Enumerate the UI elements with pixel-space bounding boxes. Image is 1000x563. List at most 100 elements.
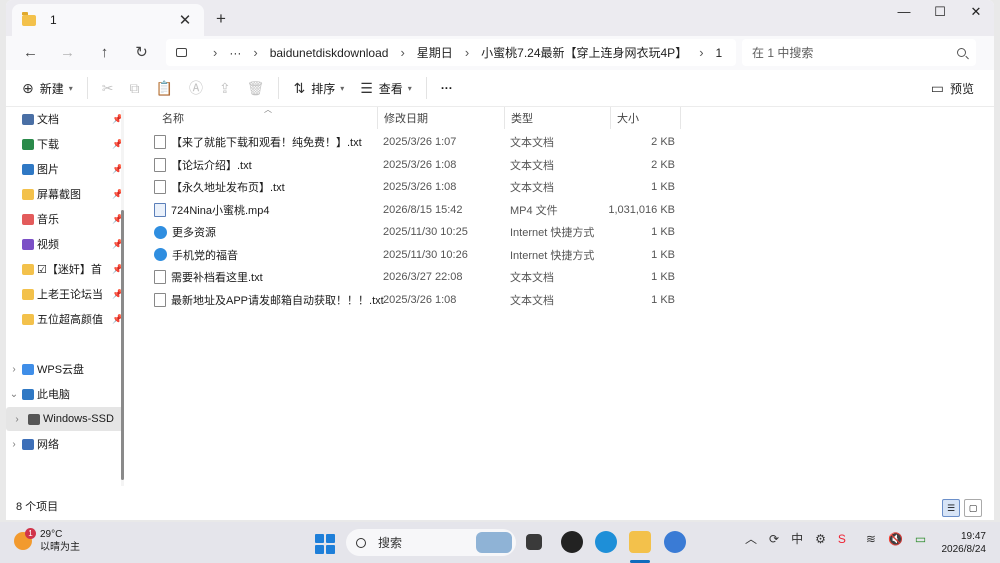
settings-icon[interactable]: ⚙ xyxy=(815,532,826,546)
sidebar-tree-label: 此电脑 xyxy=(37,389,70,401)
folder-icon xyxy=(22,288,34,300)
sidebar-tree-item[interactable]: › WPS云盘 xyxy=(6,357,124,381)
breadcrumb-baidunetdiskdownload[interactable]: baidunetdiskdownload xyxy=(270,46,389,60)
wps-icon[interactable]: S xyxy=(838,532,846,546)
file-name: 【来了就能下载和观看！纯免费！】.txt xyxy=(171,137,362,149)
copy-button[interactable]: ⧉ xyxy=(122,73,148,103)
tiles-view-button[interactable]: ▢ xyxy=(964,499,982,517)
file-row[interactable]: 724Nina小蜜桃.mp4 2026/8/15 15:42 MP4 文件 1,031… xyxy=(146,199,694,221)
paste-button[interactable]: 📋 xyxy=(148,73,181,103)
sidebar-item[interactable]: 屏幕截图 📌 xyxy=(6,182,124,206)
sidebar-item[interactable]: 五位超高颜值 📌 xyxy=(6,307,124,331)
search-icon xyxy=(957,48,966,57)
column-header-size[interactable]: 大小 xyxy=(611,107,681,129)
sidebar-tree-item[interactable]: › 网络 xyxy=(6,432,124,456)
clock[interactable]: 19:47 2026/8/24 xyxy=(942,530,987,556)
divider xyxy=(278,77,280,99)
sidebar-item[interactable]: 图片 📌 xyxy=(6,157,124,181)
breadcrumb-more[interactable]: ··· xyxy=(229,46,241,60)
file-row[interactable]: 手机党的福音 2025/11/30 10:26 Internet 快捷方式 1 KB xyxy=(146,244,694,266)
sidebar-item[interactable]: 文档 📌 xyxy=(6,107,124,131)
column-header-type[interactable]: 类型 xyxy=(505,107,611,129)
view-button[interactable]: ☰ 查看 ▾ xyxy=(352,73,420,103)
file-modified: 2025/3/26 1:08 xyxy=(383,181,457,193)
scrollbar-thumb[interactable] xyxy=(121,210,124,480)
sidebar-tree-item[interactable]: › Windows-SSD xyxy=(6,407,124,431)
copy-icon: ⧉ xyxy=(129,79,140,96)
clipboard-icon: 📋 xyxy=(155,79,173,96)
sort-button[interactable]: ⇅ 排序 ▾ xyxy=(285,73,352,103)
expand-icon[interactable]: › xyxy=(6,414,22,425)
sort-icon: ⇅ xyxy=(293,79,306,96)
text-file-icon xyxy=(154,180,166,194)
minimize-button[interactable]: — xyxy=(886,0,922,26)
back-button[interactable]: ← xyxy=(12,38,49,68)
maximize-button[interactable]: ☐ xyxy=(922,0,958,26)
sidebar-scrollbar[interactable] xyxy=(121,110,124,486)
navigation-pane: 文档 📌 下载 📌 图片 📌 屏幕截图 📌 音乐 📌 视频 📌 ☑【迷奸】首 📌 上老王论坛当 📌 五位超高颜值… xyxy=(6,107,124,491)
tab-close-icon[interactable]: ✕ xyxy=(176,11,194,29)
forward-button[interactable]: → xyxy=(49,38,86,68)
expand-icon[interactable]: ⌄ xyxy=(6,389,22,400)
sync-icon[interactable]: ⟳ xyxy=(769,532,779,546)
file-name: 【永久地址发布页】.txt xyxy=(171,182,285,194)
sidebar-item[interactable]: 视频 📌 xyxy=(6,232,124,256)
qq-icon[interactable] xyxy=(561,531,583,553)
file-row[interactable]: 需要补档看这里.txt 2026/3/27 22:08 文本文档 1 KB xyxy=(146,266,694,288)
search-box[interactable]: 在 1 中搜索 xyxy=(742,39,976,66)
refresh-button[interactable]: ↻ xyxy=(123,38,160,68)
new-tab-button[interactable]: + xyxy=(210,8,232,30)
cloud-icon xyxy=(22,363,34,375)
column-header-modified[interactable]: 修改日期 xyxy=(378,107,505,129)
window-controls: — ☐ ✕ xyxy=(886,0,994,26)
sidebar-item[interactable]: ☑【迷奸】首 📌 xyxy=(6,257,124,281)
edge-icon[interactable] xyxy=(595,531,617,553)
file-row[interactable]: 【论坛介绍】.txt 2025/3/26 1:08 文本文档 2 KB xyxy=(146,154,694,176)
breadcrumb-current[interactable]: 1 xyxy=(716,46,723,60)
battery-icon[interactable]: ▭ xyxy=(915,532,926,546)
breadcrumb-folder[interactable]: 小蜜桃7.24最新【穿上连身网衣玩4P】 xyxy=(481,44,687,61)
cut-button[interactable]: ✂ xyxy=(94,73,122,103)
file-list: ︿ 名称 修改日期 类型 大小 【来了就能下载和观看！纯免费！】.txt 2025… xyxy=(134,105,994,491)
sidebar-tree-item[interactable]: ⌄ 此电脑 xyxy=(6,382,124,406)
new-button[interactable]: ⊕ 新建 ▾ xyxy=(14,73,81,103)
file-row[interactable]: 最新地址及APP请发邮箱自动获取！！！.txt 2025/3/26 1:08 文本文… xyxy=(146,289,694,311)
expand-icon[interactable]: › xyxy=(6,364,22,375)
close-button[interactable]: ✕ xyxy=(958,0,994,26)
share-button[interactable]: ⇪ xyxy=(211,73,239,103)
more-options-button[interactable]: ··· xyxy=(433,73,461,103)
share-icon: ⇪ xyxy=(218,79,231,96)
file-type: Internet 快捷方式 xyxy=(510,227,595,239)
file-row[interactable]: 【永久地址发布页】.txt 2025/3/26 1:08 文本文档 1 KB xyxy=(146,176,694,198)
start-button[interactable] xyxy=(315,534,335,554)
file-name: 需要补档看这里.txt xyxy=(171,272,263,284)
file-row[interactable]: 【来了就能下载和观看！纯免费！】.txt 2025/3/26 1:07 文本文档 2 … xyxy=(146,131,694,153)
wifi-icon[interactable]: ≋ xyxy=(866,532,876,546)
chevron-up-icon[interactable]: ︿ xyxy=(745,530,757,547)
text-file-icon xyxy=(154,135,166,149)
file-explorer-icon[interactable] xyxy=(629,531,651,553)
preview-button[interactable]: ▭ 预览 xyxy=(923,73,982,103)
file-row[interactable]: 更多资源 2025/11/30 10:25 Internet 快捷方式 1 KB xyxy=(146,221,694,243)
up-button[interactable]: ↑ xyxy=(86,38,123,68)
rename-button[interactable]: Ⓐ xyxy=(181,73,211,103)
weather-widget[interactable]: 1 29°C 以晴为主 xyxy=(14,528,80,554)
delete-button[interactable]: 🗑 xyxy=(239,73,273,103)
app-icon[interactable] xyxy=(526,534,542,550)
details-view-button[interactable]: ☰ xyxy=(942,499,960,517)
file-type: 文本文档 xyxy=(510,182,554,194)
baidu-netdisk-icon[interactable] xyxy=(664,531,686,553)
expand-icon[interactable]: › xyxy=(6,439,22,450)
column-header-name[interactable]: 名称 xyxy=(156,107,378,129)
sidebar-item[interactable]: 下载 📌 xyxy=(6,132,124,156)
sidebar-item-label: 下载 xyxy=(37,139,59,151)
ime-indicator[interactable]: 中 xyxy=(791,530,803,547)
breadcrumb-sunday[interactable]: 星期日 xyxy=(417,44,453,61)
tab-1[interactable]: 1 ✕ xyxy=(12,4,204,36)
volume-muted-icon[interactable]: 🔇 xyxy=(888,532,903,546)
taskbar-search[interactable]: 搜索 xyxy=(346,529,516,556)
file-size: 1 KB xyxy=(651,226,675,238)
address-bar[interactable]: › ··· › baidunetdiskdownload › 星期日 › 小蜜桃… xyxy=(166,39,736,66)
sidebar-item[interactable]: 上老王论坛当 📌 xyxy=(6,282,124,306)
sidebar-item[interactable]: 音乐 📌 xyxy=(6,207,124,231)
